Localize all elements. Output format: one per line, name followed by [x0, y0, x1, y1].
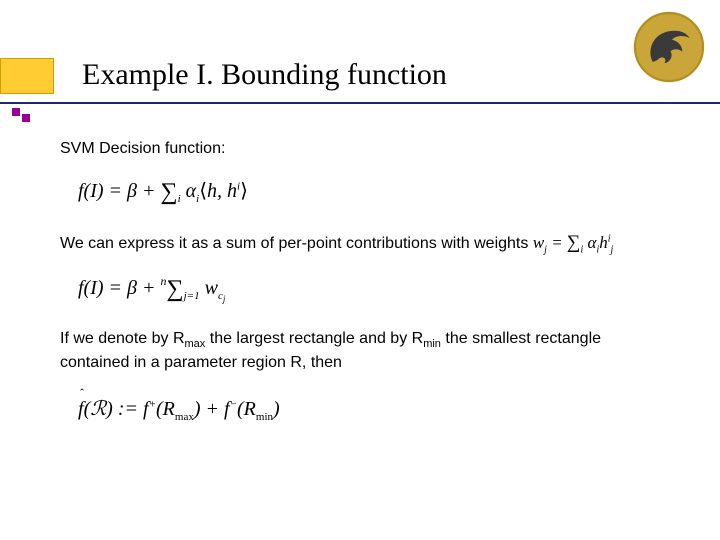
h: h [599, 233, 608, 252]
sum-upper: n [161, 274, 167, 288]
mid: ) + f [194, 398, 230, 420]
alpha: α [186, 180, 197, 202]
hat-icon: ˆ [80, 385, 84, 401]
h-h: h, h [207, 180, 237, 202]
sigma-icon: ∑ [567, 232, 581, 253]
slide-body: SVM Decision function: f(I) = β + ∑i αi⟨… [60, 138, 660, 449]
paragraph-text: We can express it as a sum of per-point … [60, 235, 533, 252]
paragraph-weights: We can express it as a sum of per-point … [60, 230, 660, 257]
formula-bounding: ˆf(ℛ) := f+(Rmax) + f−(Rmin) [78, 396, 660, 425]
h-sub: j [611, 245, 614, 256]
corner-accent-box [0, 58, 54, 94]
rangle-icon: ⟩ [240, 180, 248, 202]
eq: = [547, 233, 567, 252]
formula-svm-decision: f(I) = β + ∑i αi⟨h, hi⟩ [78, 174, 660, 207]
text: the largest rectangle and by R [205, 330, 423, 347]
w: w [200, 277, 218, 299]
formula-text: f(I) = β + [78, 277, 161, 299]
pegasus-seal-icon [632, 10, 706, 84]
text: If we denote by R [60, 330, 185, 347]
rmin-sub: min [256, 411, 273, 423]
slide-title: Example I. Bounding function [82, 58, 447, 92]
sigma-icon: ∑ [167, 276, 184, 302]
paragraph-rect: If we denote by Rmax the largest rectang… [60, 328, 660, 374]
langle-icon: ⟨ [199, 180, 207, 202]
j-sub: j [223, 294, 226, 304]
paragraph-svm-decision: SVM Decision function: [60, 138, 660, 160]
r-min-sub: min [423, 338, 441, 350]
formula-per-point: f(I) = β + n∑j=1 wcj [78, 271, 660, 304]
sigma-icon: ∑ [161, 179, 178, 205]
title-underline [0, 102, 720, 104]
slide: Example I. Bounding function SVM Decisio… [0, 0, 720, 540]
accent-dot [12, 108, 20, 116]
f: f [78, 398, 84, 420]
paren: (R [156, 398, 175, 420]
formula-weights-inline: wj = ∑i αihij [533, 233, 613, 252]
sum-subscript: i [178, 193, 181, 205]
r-max-sub: max [185, 338, 206, 350]
h-sup: i [608, 234, 611, 245]
paren2: (R [237, 398, 256, 420]
formula-text: f(I) = β + [78, 180, 161, 202]
close: ) [273, 398, 280, 420]
R-arg: (ℛ) := f [84, 398, 149, 420]
f-plus-sup: + [149, 398, 156, 410]
accent-dot [22, 114, 30, 122]
f-hat: ˆf [78, 396, 84, 423]
sum-lower: j=1 [184, 290, 200, 302]
w: w [533, 233, 544, 252]
rmax-sub: max [175, 411, 194, 423]
alpha: α [583, 233, 596, 252]
f-minus-sup: − [230, 398, 237, 410]
